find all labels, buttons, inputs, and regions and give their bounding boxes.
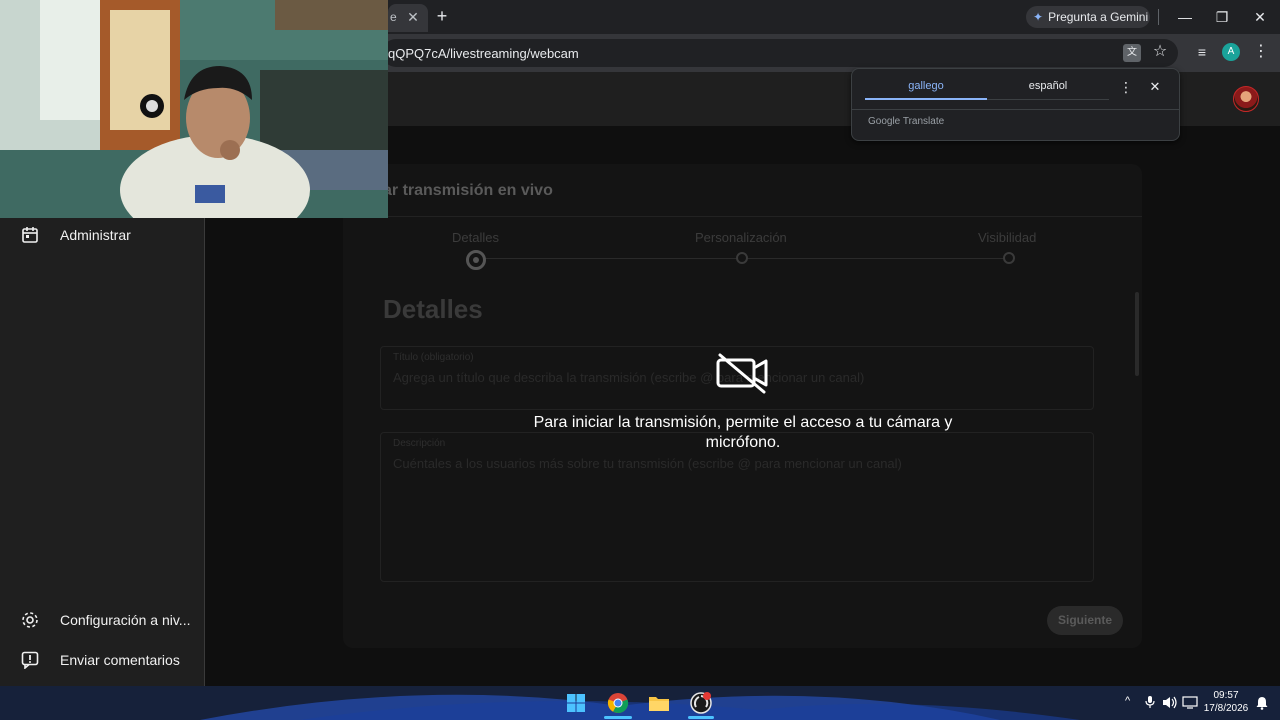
dialog-divider — [343, 216, 1142, 217]
tab-track — [987, 99, 1109, 100]
file-explorer-icon[interactable] — [647, 691, 671, 715]
tray-chevron-icon[interactable]: ^ — [1125, 695, 1130, 707]
sidebar-item-label: Administrar — [60, 227, 131, 243]
notification-bell-icon[interactable] — [1256, 696, 1268, 710]
microphone-icon[interactable] — [1144, 695, 1156, 709]
active-app-indicator — [604, 716, 632, 719]
obs-icon[interactable] — [689, 691, 713, 715]
restore-icon[interactable]: ❐ — [1205, 4, 1239, 30]
step-customization-dot[interactable] — [736, 252, 748, 264]
open-app-indicator — [688, 716, 714, 719]
webcam-preview-image — [0, 0, 388, 218]
channel-avatar[interactable] — [1233, 86, 1259, 112]
step-details-dot[interactable] — [466, 250, 486, 270]
close-tab-icon[interactable]: ✕ — [404, 8, 422, 26]
gear-icon — [0, 611, 60, 629]
translate-target-tab[interactable]: español — [987, 80, 1109, 92]
sidebar-item-label: Enviar comentarios — [60, 652, 180, 668]
step-visibility-dot[interactable] — [1003, 252, 1015, 264]
gemini-label: Pregunta a Gemini — [1048, 10, 1149, 24]
dialog-scrollbar[interactable] — [1135, 292, 1139, 376]
sidebar-item-label: Configuración a niv... — [60, 612, 191, 628]
bookmark-star-icon[interactable]: ☆ — [1150, 42, 1170, 62]
camera-permission-message: Para iniciar la transmisión, permite el … — [533, 414, 953, 451]
volume-icon[interactable] — [1162, 696, 1178, 709]
divider — [1158, 9, 1159, 25]
windows-start-icon[interactable] — [564, 691, 588, 715]
gemini-sparkle-icon: ✦ — [1033, 10, 1044, 24]
sidebar-item-feedback[interactable]: Enviar comentarios — [0, 642, 205, 678]
divider — [852, 109, 1179, 110]
media-control-icon[interactable]: ≡ — [1192, 42, 1212, 62]
step-visibility-label: Visibilidad — [978, 230, 1037, 245]
clock-time: 09:57 — [1213, 690, 1239, 701]
translate-close-icon[interactable]: ✕ — [1147, 78, 1163, 96]
close-window-icon[interactable]: ✕ — [1243, 4, 1277, 30]
translate-source-tab[interactable]: gallego — [865, 80, 987, 92]
next-button[interactable]: Siguiente — [1047, 606, 1123, 635]
active-tab-indicator — [865, 98, 987, 100]
google-translate-brand: Google Translate — [868, 116, 945, 127]
feedback-icon — [0, 651, 60, 669]
step-customization-label: Personalización — [695, 230, 787, 245]
translate-icon[interactable]: 文 — [1123, 44, 1141, 62]
kebab-menu-icon[interactable]: ⋮ — [1252, 42, 1270, 62]
tab-title: e — [390, 10, 397, 24]
system-clock[interactable]: 09:57 17/8/2026 — [1198, 689, 1254, 715]
minimize-icon[interactable]: — — [1168, 4, 1202, 30]
step-details-label: Detalles — [452, 230, 499, 245]
description-field[interactable]: Descripción Cuéntales a los usuarios más… — [380, 432, 1094, 582]
taskbar-wallpaper — [200, 694, 1080, 720]
profile-icon[interactable]: A — [1222, 43, 1240, 61]
calendar-icon — [0, 226, 60, 244]
dialog-title: ar transmisión en vivo — [383, 182, 553, 199]
description-field-placeholder: Cuéntales a los usuarios más sobre tu tr… — [393, 456, 902, 471]
sidebar-item-administrar[interactable]: Administrar — [0, 217, 205, 253]
network-icon[interactable] — [1182, 696, 1198, 709]
section-heading: Detalles — [383, 294, 483, 324]
url-text[interactable]: qQPQ7cA/livestreaming/webcam — [388, 46, 579, 61]
translate-more-icon[interactable]: ⋮ — [1119, 78, 1133, 96]
gemini-button[interactable]: ✦ Pregunta a Gemini — [1026, 6, 1150, 28]
sidebar-item-settings[interactable]: Configuración a niv... — [0, 602, 205, 638]
clock-date: 17/8/2026 — [1203, 703, 1249, 714]
new-tab-icon[interactable]: + — [432, 6, 452, 26]
chrome-icon[interactable] — [606, 691, 630, 715]
camera-off-icon — [716, 353, 768, 394]
